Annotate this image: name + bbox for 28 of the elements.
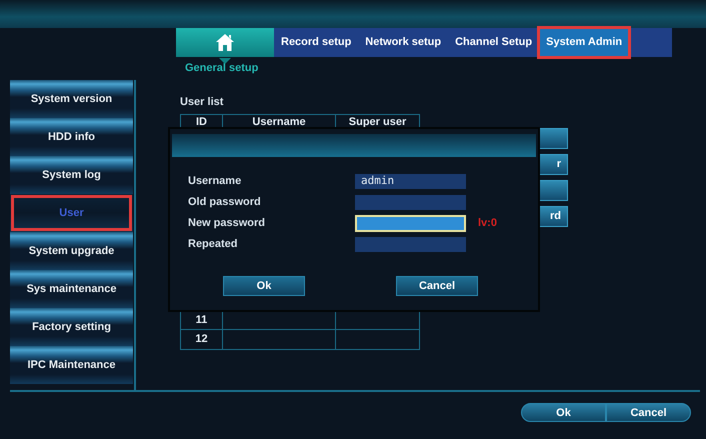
sidebar-item[interactable]: IPC Maintenance: [10, 346, 133, 384]
input-field[interactable]: [355, 215, 466, 232]
sub-tab-label[interactable]: General setup: [185, 60, 258, 77]
input-field[interactable]: [355, 195, 466, 210]
sidebar-item[interactable]: Sys maintenance: [10, 270, 133, 308]
input-field[interactable]: admin: [355, 174, 466, 189]
dialog-button[interactable]: Cancel: [396, 276, 478, 296]
menu-tab[interactable]: Network setup: [358, 28, 448, 57]
menu-tab[interactable]: System Admin: [539, 28, 630, 57]
field-label: Old password: [188, 196, 261, 208]
sidebar-item[interactable]: System upgrade: [10, 232, 133, 270]
menu-tab[interactable]: Channel Setup: [448, 28, 540, 57]
input-field[interactable]: [355, 237, 466, 252]
home-icon: [216, 34, 234, 51]
strength-label: lv:0: [478, 216, 497, 232]
sidebar-item[interactable]: System version: [10, 80, 133, 118]
user-list-title: User list: [180, 96, 224, 108]
sidebar-item[interactable]: Factory setting: [10, 308, 133, 346]
dialog-button[interactable]: Ok: [223, 276, 305, 296]
table-cell: 12: [180, 330, 222, 349]
footer-button[interactable]: Ok: [521, 403, 606, 422]
field-label: Repeated: [188, 238, 238, 250]
field-label: Username: [188, 175, 242, 188]
menu-tab[interactable]: Record setup: [274, 28, 358, 57]
sidebar-item[interactable]: HDD info: [10, 118, 133, 156]
footer-button[interactable]: Cancel: [606, 403, 691, 422]
sidebar-item[interactable]: System log: [10, 156, 133, 194]
field-label: New password: [188, 217, 266, 230]
